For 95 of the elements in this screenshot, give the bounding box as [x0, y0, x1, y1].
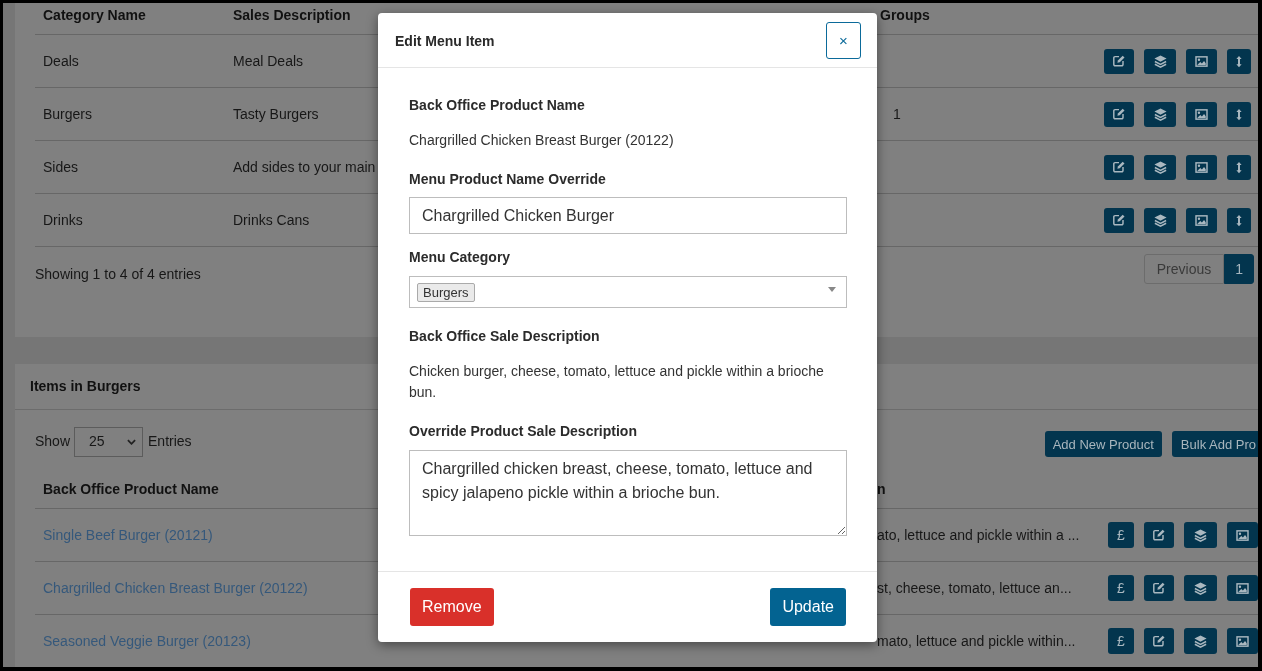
- field-label: Back Office Sale Description: [409, 327, 601, 345]
- layers-icon: [1153, 54, 1167, 68]
- column-header: Sales Description: [233, 7, 351, 23]
- edit-button[interactable]: [1144, 628, 1174, 654]
- price-button[interactable]: £: [1108, 628, 1134, 654]
- table-cell: Drinks Cans: [233, 211, 310, 228]
- table-cell: mato, lettuce and pickle within...: [877, 632, 1076, 649]
- edit-icon: [1113, 108, 1125, 120]
- image-button[interactable]: [1186, 48, 1217, 74]
- image-icon: [1236, 635, 1249, 647]
- layers-icon: [1153, 107, 1167, 121]
- edit-icon: [1113, 161, 1125, 173]
- action-button[interactable]: Add New Product: [1044, 431, 1162, 457]
- layers-icon: [1194, 634, 1207, 648]
- image-button[interactable]: [1227, 628, 1258, 654]
- reorder-button[interactable]: [1227, 101, 1251, 127]
- layers-icon: [1194, 581, 1207, 595]
- layers-button[interactable]: [1144, 101, 1176, 127]
- price-button[interactable]: £: [1108, 522, 1134, 548]
- table-cell: st, cheese, tomato, lettuce an...: [877, 579, 1072, 596]
- entries-label: Entries: [148, 433, 192, 450]
- column-header: Back Office Product Name: [43, 481, 219, 497]
- field-label: Menu Category: [409, 248, 512, 266]
- remove-button[interactable]: Remove: [410, 588, 494, 626]
- layers-icon: [1194, 528, 1207, 542]
- table-cell: Tasty Burgers: [233, 105, 319, 122]
- edit-icon: [1113, 214, 1125, 226]
- field-label: Back Office Product Name: [409, 96, 586, 114]
- action-button[interactable]: Bulk Add Pro: [1171, 431, 1258, 457]
- table-cell: Burgers: [43, 105, 93, 122]
- page-length-select[interactable]: 25: [74, 426, 144, 457]
- edit-button[interactable]: [1104, 48, 1134, 74]
- page-button[interactable]: 1: [1224, 254, 1254, 284]
- field-value: Chicken burger, cheese, tomato, lettuce and pickle within a brioche bun.: [409, 362, 825, 402]
- card-title: Items in Burgers: [30, 378, 141, 395]
- table-cell: Deals: [43, 52, 79, 69]
- table-cell: Meal Deals: [233, 52, 304, 69]
- edit-button[interactable]: [1104, 207, 1134, 233]
- image-button[interactable]: [1186, 154, 1217, 180]
- image-button[interactable]: [1227, 522, 1258, 548]
- update-button[interactable]: Update: [770, 588, 846, 626]
- column-header: Groups: [880, 7, 930, 23]
- dropdown-caret-icon: [828, 286, 836, 292]
- image-icon: [1195, 214, 1208, 226]
- vertical-arrows-icon: [1236, 54, 1242, 68]
- edit-button[interactable]: [1144, 522, 1174, 548]
- edit-icon: [1153, 529, 1165, 541]
- image-button[interactable]: [1186, 207, 1217, 233]
- layers-icon: [1153, 160, 1167, 174]
- column-header: Category Name: [43, 7, 146, 23]
- table-cell: Add sides to your main: [233, 158, 376, 175]
- edit-button[interactable]: [1104, 154, 1134, 180]
- price-button[interactable]: £: [1108, 575, 1134, 601]
- entries-summary: Showing 1 to 4 of 4 entries: [35, 266, 201, 283]
- layers-button[interactable]: [1144, 207, 1176, 233]
- category-select[interactable]: Burgers: [409, 276, 847, 308]
- layers-button[interactable]: [1184, 575, 1217, 601]
- image-icon: [1236, 529, 1249, 541]
- vertical-arrows-icon: [1236, 213, 1242, 227]
- reorder-button[interactable]: [1227, 154, 1251, 180]
- vertical-arrows-icon: [1236, 160, 1242, 174]
- edit-icon: [1113, 55, 1125, 67]
- image-icon: [1195, 55, 1208, 67]
- table-cell: Drinks: [43, 211, 83, 228]
- edit-button[interactable]: [1104, 101, 1134, 127]
- field-value: Chargrilled Chicken Breast Burger (20122): [409, 131, 675, 150]
- description-textarea[interactable]: Chargrilled chicken breast, cheese, tomato, lettuce and spicy jalapeno pickle within a brioche bun.: [409, 450, 847, 536]
- image-button[interactable]: [1227, 575, 1258, 601]
- chevron-down-icon: [127, 438, 137, 445]
- column-header: n: [877, 481, 886, 497]
- field-label: Menu Product Name Override: [409, 170, 607, 188]
- layers-icon: [1153, 213, 1167, 227]
- edit-icon: [1153, 635, 1165, 647]
- layers-button[interactable]: [1184, 522, 1217, 548]
- field-label: Override Product Sale Description: [409, 422, 638, 440]
- layers-button[interactable]: [1144, 154, 1176, 180]
- image-icon: [1195, 108, 1208, 120]
- table-cell: ato, lettuce and pickle within a ...: [877, 526, 1080, 543]
- dialog-title: Edit Menu Item: [395, 33, 495, 50]
- edit-button[interactable]: [1144, 575, 1174, 601]
- image-icon: [1195, 161, 1208, 173]
- layers-button[interactable]: [1144, 48, 1176, 74]
- layers-button[interactable]: [1184, 628, 1217, 654]
- close-button[interactable]: ×: [826, 21, 861, 59]
- reorder-button[interactable]: [1227, 207, 1251, 233]
- table-cell: 1: [893, 105, 901, 122]
- category-tag: Burgers: [417, 282, 475, 302]
- table-cell: Sides: [43, 158, 79, 175]
- show-label: Show: [35, 433, 71, 450]
- vertical-arrows-icon: [1236, 107, 1242, 121]
- image-icon: [1236, 582, 1249, 594]
- image-button[interactable]: [1186, 101, 1217, 127]
- text-input[interactable]: Chargrilled Chicken Burger: [409, 197, 847, 234]
- reorder-button[interactable]: [1227, 48, 1251, 74]
- edit-icon: [1153, 582, 1165, 594]
